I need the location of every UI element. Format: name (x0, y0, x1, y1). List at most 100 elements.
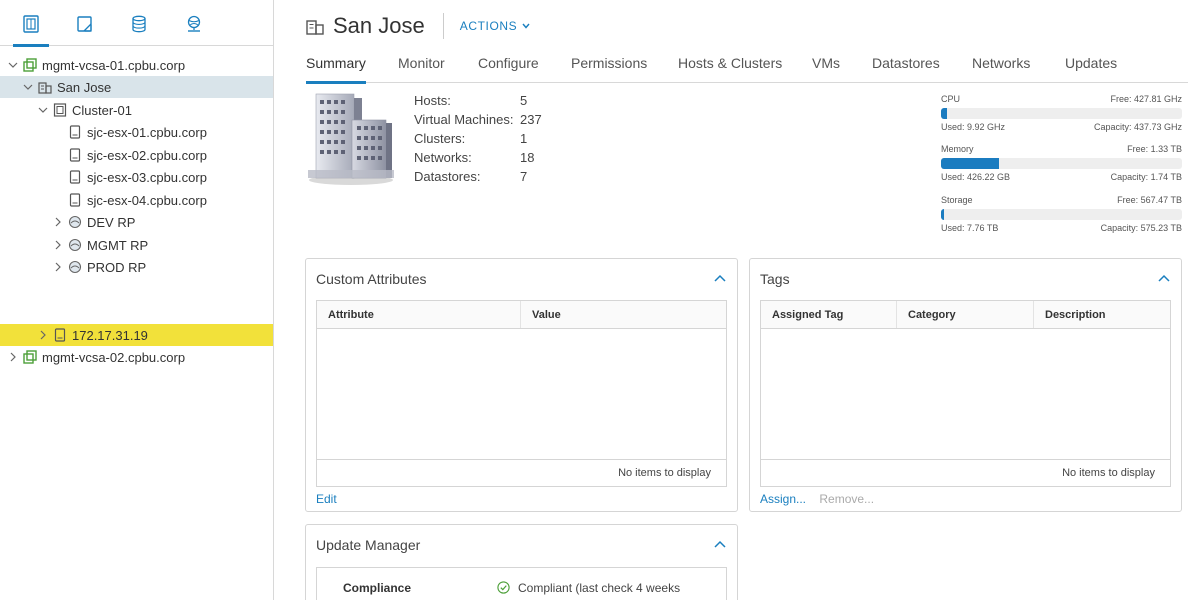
card-actions: Edit (316, 492, 337, 506)
object-tabs: Summary Monitor Configure Permissions Ho… (306, 55, 1188, 84)
column-attribute[interactable]: Attribute (317, 301, 521, 328)
tab-datastores[interactable]: Datastores (872, 55, 940, 83)
tab-hosts-clusters[interactable]: Hosts & Clusters (678, 55, 782, 83)
stat-datastores: Datastores: 7 (414, 169, 542, 188)
column-description[interactable]: Description (1034, 301, 1170, 328)
stat-value: 7 (520, 169, 528, 184)
vms-templates-icon[interactable] (73, 12, 97, 36)
tags-grid: Assigned Tag Category Description No ite… (760, 300, 1171, 487)
tree-item-host[interactable]: sjc-esx-04.cpbu.corp (0, 189, 273, 211)
compliance-label: Compliance (343, 580, 412, 595)
tab-monitor[interactable]: Monitor (398, 55, 445, 83)
resource-name: CPU (941, 94, 961, 104)
stat-hosts: Hosts: 5 (414, 93, 542, 112)
assign-link[interactable]: Assign... (760, 492, 806, 506)
tree-item-label: sjc-esx-04.cpbu.corp (87, 192, 207, 208)
tree-item-prod-rp[interactable]: PROD RP (0, 256, 273, 278)
tab-summary[interactable]: Summary (306, 55, 366, 84)
chevron-right-icon[interactable] (52, 261, 64, 273)
host-icon (68, 148, 82, 162)
resource-capacity: Capacity: 1.74 TB (1110, 172, 1182, 182)
tree-item-label: sjc-esx-01.cpbu.corp (87, 124, 207, 140)
grid-header: Attribute Value (317, 301, 726, 329)
tree-item-label: mgmt-vcsa-01.cpbu.corp (42, 57, 186, 73)
resource-capacity: Capacity: 437.73 GHz (1093, 122, 1182, 132)
card-title: Custom Attributes (316, 271, 427, 287)
tab-configure[interactable]: Configure (478, 55, 539, 83)
tree-item-host[interactable]: sjc-esx-02.cpbu.corp (0, 144, 273, 166)
tree-item-host[interactable]: sjc-esx-03.cpbu.corp (0, 166, 273, 188)
actions-menu-button[interactable]: ACTIONS (460, 19, 531, 33)
chevron-down-icon[interactable] (37, 104, 49, 116)
stat-label: Clusters: (414, 131, 466, 146)
chevron-right-icon[interactable] (37, 329, 49, 341)
tab-networks[interactable]: Networks (972, 55, 1030, 83)
update-manager-card: Update Manager Compliance Compliant (las… (305, 524, 738, 600)
tree-item-san-jose[interactable]: San Jose (0, 76, 273, 98)
vcenter-icon (23, 58, 37, 72)
cpu-meter: CPU Free: 427.81 GHz Used: 9.92 GHz Capaci… (941, 94, 1182, 134)
cluster-icon (53, 103, 67, 117)
host-icon (53, 328, 67, 342)
resource-pool-icon (68, 238, 82, 252)
tree-item-cluster-01[interactable]: Cluster-01 (0, 99, 273, 121)
chevron-right-icon[interactable] (52, 239, 64, 251)
tab-vms[interactable]: VMs (812, 55, 840, 83)
storage-usage-bar (941, 209, 1182, 220)
chevron-up-icon[interactable] (713, 273, 727, 283)
tab-updates[interactable]: Updates (1065, 55, 1117, 83)
hosts-clusters-icon[interactable] (13, 12, 49, 47)
custom-attributes-grid: Attribute Value No items to display (316, 300, 727, 487)
datacenter-icon (306, 20, 324, 35)
object-header: San Jose ACTIONS (306, 12, 530, 40)
chevron-up-icon[interactable] (1157, 273, 1171, 283)
resource-free: Free: 1.33 TB (1127, 144, 1182, 154)
chevron-up-icon[interactable] (713, 539, 727, 549)
resource-used: Used: 9.92 GHz (941, 122, 1006, 132)
resource-name: Memory (941, 144, 974, 154)
column-category[interactable]: Category (897, 301, 1034, 328)
tree-item-host-172-17-31-19[interactable]: 172.17.31.19 (0, 324, 273, 346)
page-title: San Jose (333, 13, 425, 38)
resource-free: Free: 427.81 GHz (1110, 94, 1182, 104)
host-icon (68, 170, 82, 184)
tree-item-label: Cluster-01 (72, 102, 132, 118)
stat-value: 5 (520, 93, 528, 108)
card-actions: Assign... Remove... (760, 492, 874, 506)
stat-label: Virtual Machines: (414, 112, 514, 127)
column-value[interactable]: Value (521, 301, 726, 328)
edit-link[interactable]: Edit (316, 492, 337, 506)
chevron-right-icon[interactable] (52, 216, 64, 228)
tree-item-mgmt-rp[interactable]: MGMT RP (0, 234, 273, 256)
tree-item-label: MGMT RP (87, 237, 149, 253)
chevron-down-icon[interactable] (22, 81, 34, 93)
compliance-value: Compliant (last check 4 weeks (518, 580, 681, 595)
tree-item-mgmt-vcsa-01[interactable]: mgmt-vcsa-01.cpbu.corp (0, 54, 273, 76)
stat-vms: Virtual Machines: 237 (414, 112, 542, 131)
tree-item-label: PROD RP (87, 259, 147, 275)
networking-icon[interactable] (182, 12, 206, 36)
chevron-down-icon[interactable] (7, 59, 19, 71)
title-divider (442, 13, 444, 39)
resource-name: Storage (941, 195, 973, 205)
stat-label: Networks: (414, 150, 472, 165)
host-icon (68, 125, 82, 139)
tab-permissions[interactable]: Permissions (571, 55, 647, 83)
column-assigned-tag[interactable]: Assigned Tag (761, 301, 897, 328)
tree-item-mgmt-vcsa-02[interactable]: mgmt-vcsa-02.cpbu.corp (0, 346, 273, 368)
datacenter-icon (38, 80, 52, 94)
tree-item-label: DEV RP (87, 214, 136, 230)
chevron-right-icon[interactable] (7, 351, 19, 363)
storage-meter: Storage Free: 567.47 TB Used: 7.76 TB Capa… (941, 195, 1182, 235)
resource-used: Used: 7.76 TB (941, 223, 999, 233)
navigator-sidebar: mgmt-vcsa-01.cpbu.corp San Jose Cluster-… (0, 0, 274, 600)
tags-card: Tags Assigned Tag Category Description N… (749, 258, 1182, 512)
tree-item-host[interactable]: sjc-esx-01.cpbu.corp (0, 121, 273, 143)
stat-value: 18 (520, 150, 535, 165)
storage-icon[interactable] (127, 12, 151, 36)
cpu-usage-bar (941, 108, 1182, 119)
resource-capacity: Capacity: 575.23 TB (1100, 223, 1182, 233)
grid-header: Assigned Tag Category Description (761, 301, 1170, 329)
resource-pool-icon (68, 215, 82, 229)
tree-item-dev-rp[interactable]: DEV RP (0, 211, 273, 233)
